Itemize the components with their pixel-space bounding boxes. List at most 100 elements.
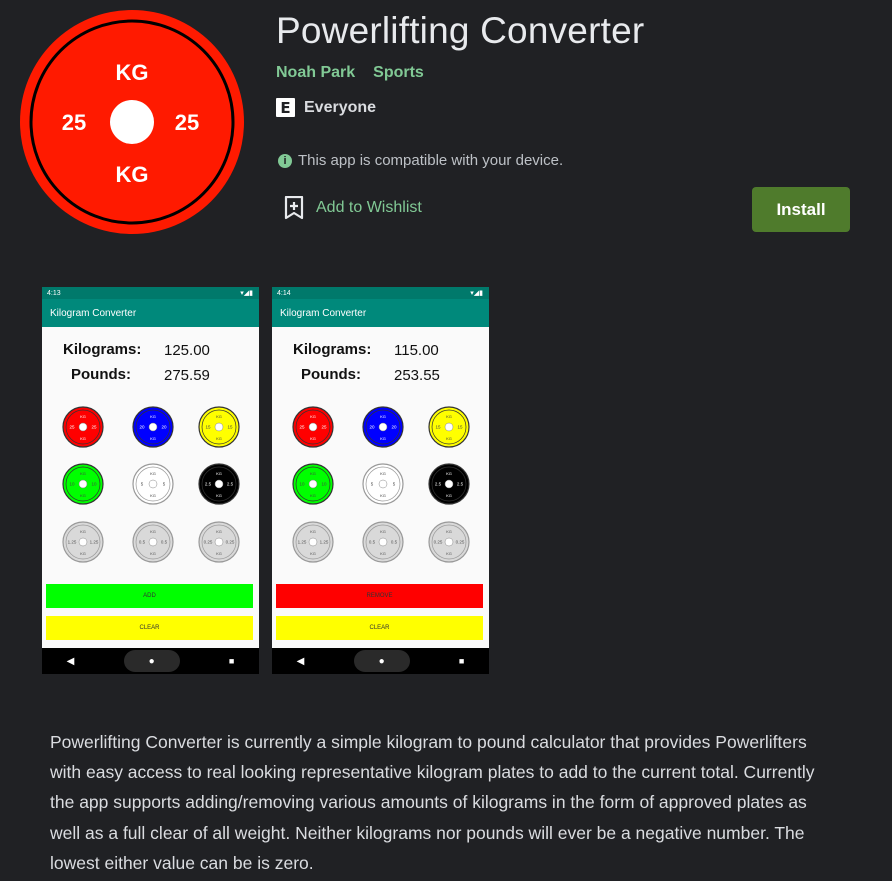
plate-unit-label: KG: [150, 436, 156, 441]
plate-button[interactable]: KG KG 5 5: [132, 463, 174, 505]
content-rating-label: Everyone: [304, 98, 377, 116]
recents-icon[interactable]: ■: [229, 656, 234, 666]
plate-value-label: 15: [457, 425, 463, 430]
clear-button[interactable]: CLEAR: [276, 616, 483, 640]
plate-unit-label: KG: [446, 414, 452, 419]
plate-unit-label: KG: [150, 414, 156, 419]
plate-unit-label: KG: [150, 471, 156, 476]
app-bar-title: Kilogram Converter: [42, 299, 259, 327]
plate-value-label: 20: [391, 425, 397, 430]
plate-button[interactable]: KG KG 0.5 0.5: [132, 521, 174, 563]
plate-button[interactable]: KG KG 15 15: [198, 406, 240, 448]
plate-unit-label: KG: [446, 529, 452, 534]
status-bar: 4:13 ▾◢▮: [42, 287, 259, 299]
content-rating: E Everyone: [276, 98, 376, 117]
plate-unit-label: KG: [150, 551, 156, 556]
plate-value-label: 0.25: [434, 540, 443, 545]
action-button[interactable]: ADD: [46, 584, 253, 608]
pounds-label: Pounds:: [301, 366, 361, 383]
plate-value-label: 25: [91, 425, 97, 430]
add-to-wishlist-button[interactable]: Add to Wishlist: [284, 196, 422, 220]
plate-value-label: 0.5: [369, 540, 376, 545]
plate-value-label: 20: [369, 425, 375, 430]
plate-button[interactable]: KG KG 10 10: [292, 463, 334, 505]
weight-plate-icon: KG KG 25 25: [20, 10, 244, 234]
icon-right-label: 25: [175, 110, 199, 135]
kilograms-value: 125.00: [164, 342, 210, 359]
plate-value-label: 15: [205, 425, 211, 430]
plate-button[interactable]: KG KG 20 20: [362, 406, 404, 448]
weight-readout: Kilograms: 115.00 Pounds: 253.55: [272, 327, 489, 389]
category-link[interactable]: Sports: [373, 64, 424, 82]
recents-icon[interactable]: ■: [459, 656, 464, 666]
info-icon: i: [278, 153, 292, 168]
plate-unit-label: KG: [216, 471, 222, 476]
wishlist-label: Add to Wishlist: [316, 199, 422, 216]
plate-button[interactable]: KG KG 25 25: [292, 406, 334, 448]
plate-unit-label: KG: [310, 414, 316, 419]
install-button[interactable]: Install: [752, 187, 850, 232]
compatibility-notice: i This app is compatible with your devic…: [278, 152, 563, 169]
status-bar: 4:14 ▾◢▮: [272, 287, 489, 299]
plate-unit-label: KG: [150, 493, 156, 498]
kilograms-label: Kilograms:: [293, 341, 372, 358]
screenshot-2[interactable]: 4:14 ▾◢▮ Kilogram Converter Kilograms: 115…: [272, 287, 489, 674]
app-title: Powerlifting Converter: [276, 10, 645, 51]
home-button[interactable]: ●: [123, 650, 180, 672]
plate-button[interactable]: KG KG 15 15: [428, 406, 470, 448]
plate-value-label: 0.5: [161, 540, 168, 545]
icon-top-label: KG: [116, 60, 149, 85]
developer-link[interactable]: Noah Park: [276, 64, 355, 82]
plate-button[interactable]: KG KG 0.5 0.5: [362, 521, 404, 563]
plate-value-label: 20: [161, 425, 167, 430]
app-meta: Noah Park Sports: [276, 64, 424, 82]
plate-value-label: 2.5: [227, 482, 234, 487]
plate-button[interactable]: KG KG 2.5 2.5: [198, 463, 240, 505]
clear-button[interactable]: CLEAR: [46, 616, 253, 640]
plate-value-label: 2.5: [205, 482, 212, 487]
weight-readout: Kilograms: 125.00 Pounds: 275.59: [42, 327, 259, 389]
plate-value-label: 25: [321, 425, 327, 430]
plate-button[interactable]: KG KG 10 10: [62, 463, 104, 505]
plate-unit-label: KG: [80, 436, 86, 441]
plate-value-label: 1.25: [320, 540, 329, 545]
plate-unit-label: KG: [80, 493, 86, 498]
back-icon[interactable]: ◀: [297, 656, 305, 667]
status-time: 4:13: [47, 289, 61, 297]
action-button[interactable]: REMOVE: [276, 584, 483, 608]
home-button[interactable]: ●: [353, 650, 410, 672]
screenshot-1[interactable]: 4:13 ▾◢▮ Kilogram Converter Kilograms: 125…: [42, 287, 259, 674]
home-icon: ●: [148, 655, 155, 667]
back-icon[interactable]: ◀: [67, 656, 75, 667]
plate-unit-label: KG: [216, 529, 222, 534]
plate-unit-label: KG: [310, 529, 316, 534]
plate-button[interactable]: KG KG 0.25 0.25: [428, 521, 470, 563]
android-nav-bar: ◀ ● ■: [272, 648, 489, 674]
plate-value-label: 15: [435, 425, 441, 430]
plate-button[interactable]: KG KG 1.25 1.25: [292, 521, 334, 563]
plate-unit-label: KG: [446, 436, 452, 441]
home-icon: ●: [378, 655, 385, 667]
plate-unit-label: KG: [310, 493, 316, 498]
plate-unit-label: KG: [310, 471, 316, 476]
esrb-everyone-icon: E: [276, 98, 295, 117]
plate-unit-label: KG: [380, 551, 386, 556]
compatibility-text: This app is compatible with your device.: [298, 152, 564, 169]
plate-unit-label: KG: [216, 493, 222, 498]
kilograms-label: Kilograms:: [63, 341, 142, 358]
plate-button[interactable]: KG KG 1.25 1.25: [62, 521, 104, 563]
plate-button[interactable]: KG KG 2.5 2.5: [428, 463, 470, 505]
android-nav-bar: ◀ ● ■: [42, 648, 259, 674]
plate-unit-label: KG: [380, 436, 386, 441]
plate-button[interactable]: KG KG 5 5: [362, 463, 404, 505]
plate-value-label: 1.25: [90, 540, 99, 545]
plate-unit-label: KG: [380, 493, 386, 498]
plate-unit-label: KG: [80, 414, 86, 419]
plate-value-label: 0.5: [139, 540, 146, 545]
plate-button[interactable]: KG KG 25 25: [62, 406, 104, 448]
plate-button[interactable]: KG KG 20 20: [132, 406, 174, 448]
plate-value-label: 1.25: [298, 540, 307, 545]
plate-button[interactable]: KG KG 0.25 0.25: [198, 521, 240, 563]
plate-value-label: 10: [91, 482, 97, 487]
plate-unit-label: KG: [446, 551, 452, 556]
